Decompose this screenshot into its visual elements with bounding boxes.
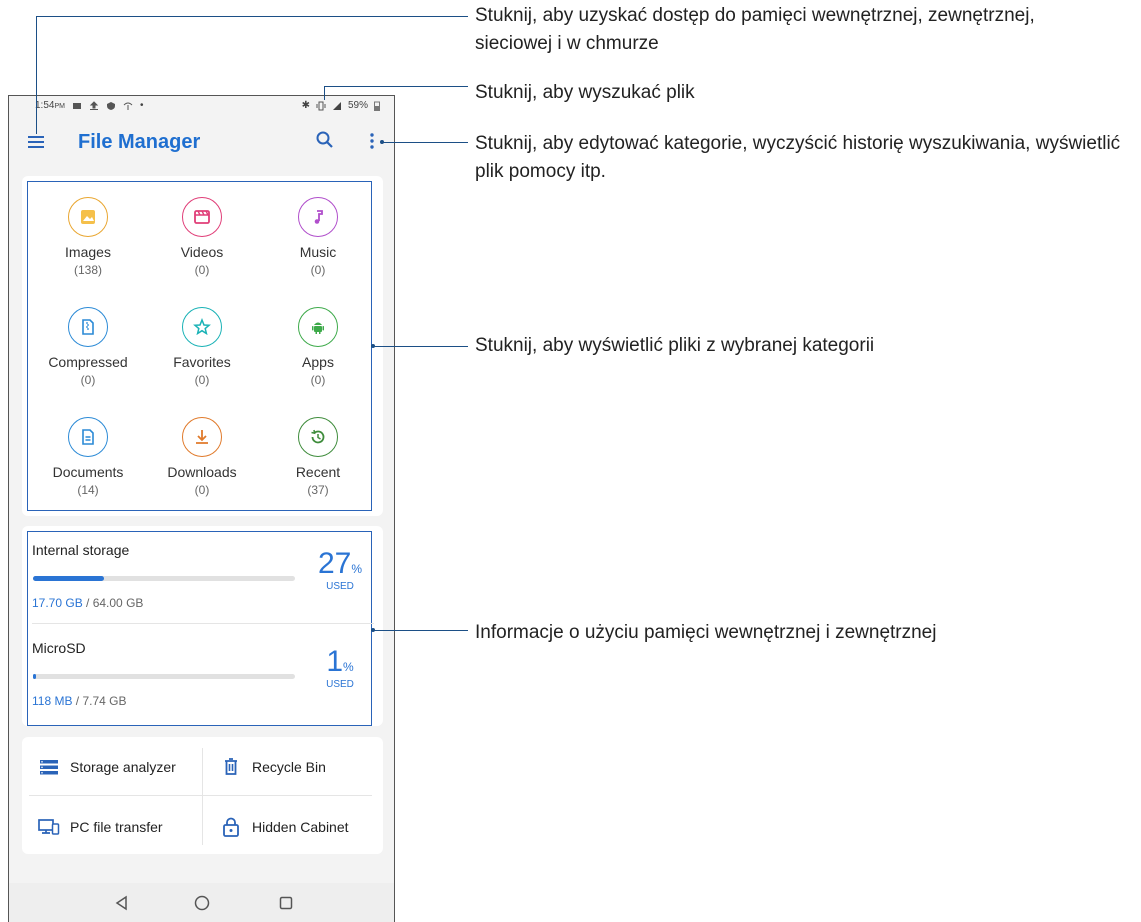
category-music[interactable]: Music (0) (263, 197, 373, 277)
callout-storage: Informacje o użyciu pamięci wewnętrznej … (475, 622, 937, 643)
lock-icon (223, 817, 239, 837)
sd-storage-item[interactable]: MicroSD 118 MB / 7.74 GB 1% USED (32, 640, 367, 720)
callout-line (36, 16, 468, 17)
category-favorites[interactable]: Favorites (0) (147, 307, 257, 387)
category-downloads[interactable]: Downloads (0) (147, 417, 257, 497)
upload-icon (89, 100, 99, 110)
battery-percent: 59% (347, 100, 368, 111)
home-icon[interactable] (193, 894, 211, 912)
wifi-off-icon (123, 102, 133, 110)
trash-icon (225, 758, 237, 775)
tools-divider (202, 748, 203, 845)
image-icon (68, 197, 108, 237)
more-options-icon[interactable] (367, 132, 377, 152)
shield-icon (106, 101, 115, 110)
hidden-cabinet-button[interactable]: Hidden Cabinet (220, 799, 349, 855)
pc-file-transfer-button[interactable]: PC file transfer (38, 799, 163, 855)
android-icon (298, 307, 338, 347)
storage-progress-bar (33, 576, 295, 581)
category-documents[interactable]: Documents (14) (33, 417, 143, 497)
signal-icon (332, 101, 341, 110)
storage-size: 17.70 GB / 64.00 GB (32, 596, 144, 610)
tools-divider (29, 795, 372, 796)
storage-analyzer-icon (40, 760, 58, 775)
callout-line (373, 630, 468, 631)
search-icon[interactable] (315, 130, 335, 150)
page-title: File Manager (78, 131, 201, 153)
back-icon[interactable] (113, 894, 131, 912)
category-videos[interactable]: Videos (0) (147, 197, 257, 277)
app-bar: File Manager (9, 118, 394, 168)
category-compressed[interactable]: Compressed (0) (33, 307, 143, 387)
internal-storage-item[interactable]: Internal storage 17.70 GB / 64.00 GB 27%… (32, 542, 367, 622)
category-recent[interactable]: Recent (37) (263, 417, 373, 497)
recents-icon[interactable] (277, 894, 295, 912)
message-icon (72, 102, 81, 109)
status-bar: 1:54PM • ✱ 59% (9, 96, 394, 118)
phone-screen: 1:54PM • ✱ 59% File Manager Images (138) (8, 95, 395, 922)
battery-icon (374, 101, 380, 111)
category-apps[interactable]: Apps (0) (263, 307, 373, 387)
recycle-bin-button[interactable]: Recycle Bin (220, 739, 326, 795)
menu-icon[interactable] (27, 134, 45, 150)
storage-percent: 27% USED (317, 547, 363, 592)
category-images[interactable]: Images (138) (33, 197, 143, 277)
star-icon (182, 307, 222, 347)
pc-transfer-icon (38, 819, 60, 835)
callout-line (324, 86, 325, 100)
callout-menu: Stuknij, aby uzyskać dostęp do pamięci w… (475, 5, 1035, 54)
music-note-icon (298, 197, 338, 237)
film-icon (182, 197, 222, 237)
callout-search: Stuknij, aby wyszukać plik (475, 82, 695, 103)
vibrate-icon (316, 101, 326, 110)
navigation-bar (9, 883, 394, 922)
callout-line (36, 16, 37, 134)
callout-more: Stuknij, aby edytować kategorie, wyczyśc… (475, 133, 1121, 182)
bluetooth-icon: ✱ (301, 100, 310, 111)
storage-analyzer-button[interactable]: Storage analyzer (38, 739, 176, 795)
document-icon (68, 417, 108, 457)
callout-line (324, 86, 468, 87)
storage-percent: 1% USED (326, 645, 354, 690)
callout-line (373, 346, 468, 347)
zip-file-icon (68, 307, 108, 347)
history-icon (298, 417, 338, 457)
download-icon (182, 417, 222, 457)
storage-progress-bar (33, 674, 295, 679)
callout-line (382, 142, 468, 143)
notification-dot-icon: • (139, 100, 144, 111)
callout-categories: Stuknij, aby wyświetlić pliki z wybranej… (475, 335, 875, 356)
storage-size: 118 MB / 7.74 GB (32, 694, 127, 708)
status-time: 1:54PM (35, 100, 65, 111)
storage-divider (32, 623, 374, 624)
